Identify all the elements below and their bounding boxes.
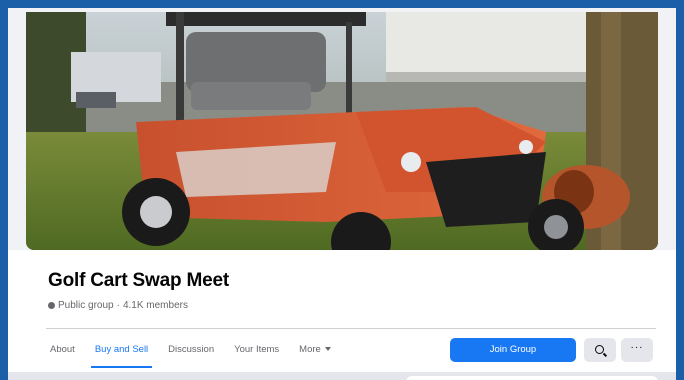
globe-icon xyxy=(48,302,55,309)
ellipsis-icon: ··· xyxy=(630,342,644,353)
cover-image-golf-cart xyxy=(26,12,658,250)
tab-more-label: More xyxy=(299,344,321,355)
tab-discussion[interactable]: Discussion xyxy=(158,334,224,366)
more-options-button[interactable]: ··· xyxy=(621,338,653,362)
facebook-group-page: Golf Cart Swap Meet Public group · 4.1K … xyxy=(8,8,676,380)
tab-discussion-label: Discussion xyxy=(168,344,215,355)
tab-about[interactable]: About xyxy=(48,334,85,366)
tab-your-items[interactable]: Your Items xyxy=(224,334,289,366)
tab-more[interactable]: More xyxy=(289,334,341,366)
content-area xyxy=(8,372,676,380)
header-divider xyxy=(46,328,656,329)
join-group-button[interactable]: Join Group xyxy=(450,338,576,362)
tab-buy-and-sell-label: Buy and Sell xyxy=(94,344,149,355)
group-tabs: About Buy and Sell Discussion Your Items… xyxy=(48,334,341,368)
group-member-count[interactable]: 4.1K members xyxy=(123,300,188,311)
chevron-down-icon xyxy=(324,347,331,352)
search-button[interactable] xyxy=(584,338,616,362)
group-title[interactable]: Golf Cart Swap Meet xyxy=(48,270,229,292)
meta-separator: · xyxy=(116,300,120,311)
tab-about-label: About xyxy=(50,344,75,355)
group-privacy: Public group xyxy=(58,300,114,311)
tab-your-items-label: Your Items xyxy=(234,344,280,355)
group-meta: Public group · 4.1K members xyxy=(48,300,188,311)
group-header: Golf Cart Swap Meet Public group · 4.1K … xyxy=(8,250,676,372)
tab-buy-and-sell[interactable]: Buy and Sell xyxy=(85,334,158,368)
cover-photo[interactable] xyxy=(26,12,658,250)
sidebar-panel xyxy=(406,376,658,380)
search-icon xyxy=(594,344,604,354)
